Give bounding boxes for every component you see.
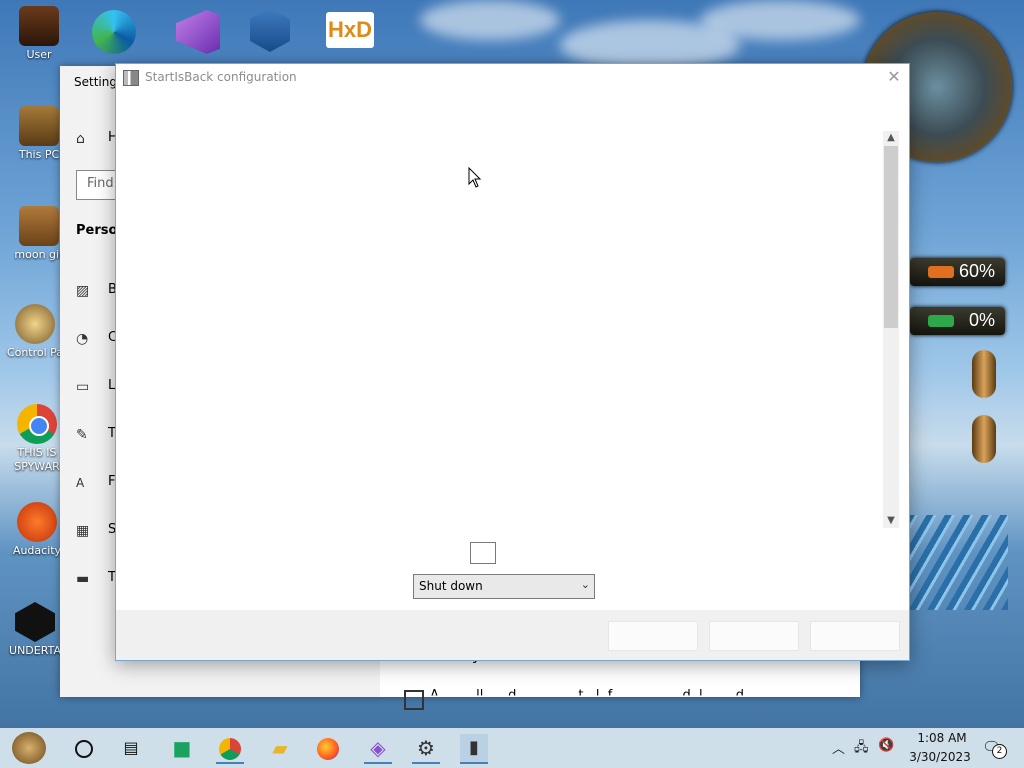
moon-girl-icon [19, 206, 59, 246]
notifications-icon[interactable]: 🗨 2 [982, 738, 1007, 759]
this-pc-icon [19, 106, 59, 146]
dialog-footer [116, 610, 909, 660]
vertical-scrollbar[interactable]: ▲ ▼ [883, 131, 899, 528]
visual-studio-icon[interactable] [176, 10, 220, 54]
chrome-taskbar-icon[interactable] [216, 734, 244, 764]
taskbar-time[interactable]: 1:08 AM [910, 731, 974, 745]
lock-screen-icon: ▭ [76, 379, 90, 395]
desktop-icon-audacity[interactable]: Audacity [6, 502, 68, 558]
power-action-dropdown[interactable]: Shut down ⌄ [413, 574, 595, 599]
chevron-down-icon: ⌄ [580, 578, 590, 591]
start-button-icon[interactable] [12, 732, 46, 764]
ram-gauge: 0% [910, 307, 1005, 335]
desktop-icon-label: Control Pa [6, 346, 64, 359]
settings-gear-icon[interactable]: ⚙ [412, 734, 440, 764]
brass-knob-icon [972, 350, 996, 398]
unity-icon [15, 602, 55, 642]
show-hidden-icons-chevron-icon[interactable]: ︿ [832, 738, 845, 757]
cpu-gauge: 60% [910, 258, 1005, 286]
hxd-icon[interactable]: HxD [326, 12, 374, 48]
cpu-gauge-tube [928, 266, 954, 278]
themes-icon: ✎ [76, 427, 88, 443]
search-placeholder: Find [87, 176, 114, 191]
virtualbox-icon[interactable] [250, 8, 290, 52]
cpu-gauge-value: 60% [958, 261, 995, 281]
desktop-icon-label: Audacity [12, 544, 62, 557]
dropdown-value: Shut down [419, 579, 483, 593]
palette-icon: ◔ [76, 331, 89, 347]
notification-count-badge: 2 [992, 744, 1007, 759]
taskbar-date[interactable]: 3/30/2023 [900, 750, 980, 764]
edge-icon[interactable] [92, 10, 136, 54]
brass-knob-icon [972, 415, 996, 463]
close-icon: ✕ [887, 67, 901, 86]
task-view-icon[interactable]: ▤ [117, 734, 145, 762]
desktop-icon-label: THIS IS SPYWAR [14, 446, 60, 473]
taskbar: ▤ ■ ▰ ◈ ⚙ ▮ ︿ 🖧 🔇 1:08 AM 3/30/2023 🗨 2 [0, 728, 1024, 768]
close-button[interactable]: ✕ [879, 64, 909, 90]
startisback-app-icon [123, 70, 139, 86]
desktop-icon-label: UNDERTA [9, 644, 61, 657]
settings-checkbox-label: A ll d t l f d l d [430, 688, 744, 703]
option-checkbox[interactable] [470, 542, 496, 564]
cancel-button[interactable] [709, 621, 799, 651]
network-icon[interactable]: 🖧 [854, 738, 869, 760]
startisback-taskbar-icon[interactable]: ▮ [460, 734, 488, 764]
start-icon: ▦ [76, 523, 90, 539]
desktop-icon-unity[interactable]: UNDERTA [4, 602, 66, 658]
scroll-up-icon[interactable]: ▲ [883, 131, 899, 145]
search-circle-icon[interactable] [70, 734, 98, 762]
visual-studio-taskbar-icon[interactable]: ◈ [364, 734, 392, 764]
scrollbar-thumb[interactable] [884, 146, 898, 328]
audacity-icon [17, 502, 57, 542]
file-explorer-icon[interactable]: ▰ [266, 734, 294, 762]
ram-gauge-value: 0% [968, 310, 995, 330]
dialog-titlebar[interactable]: StartIsBack configuration ✕ [116, 64, 909, 92]
desktop-icon-control-panel[interactable]: Control Pa [4, 304, 66, 360]
ok-button[interactable] [608, 621, 698, 651]
image-icon: ▨ [76, 283, 90, 299]
sheets-icon[interactable]: ■ [168, 734, 196, 762]
dialog-title: StartIsBack configuration [145, 70, 297, 84]
ram-gauge-tube [928, 315, 954, 327]
user-icon [19, 6, 59, 46]
desktop-icon-label: User [26, 48, 52, 61]
steampunk-pipes-decoration [908, 515, 1008, 610]
control-panel-icon [15, 304, 55, 344]
firefox-icon[interactable] [314, 734, 342, 762]
settings-checkbox[interactable] [404, 690, 424, 710]
taskbar-icon: ▬ [76, 571, 90, 587]
startisback-dialog: StartIsBack configuration ✕ ▲ ▼ Shut dow… [115, 63, 910, 661]
desktop-icon-chrome[interactable]: THIS IS SPYWAR [6, 404, 68, 474]
volume-muted-icon[interactable]: 🔇 [878, 738, 894, 753]
apply-button[interactable] [810, 621, 900, 651]
scroll-down-icon[interactable]: ▼ [883, 514, 899, 528]
mouse-cursor-icon [468, 167, 482, 188]
desktop-icon-user[interactable]: User [8, 6, 70, 62]
chrome-icon [17, 404, 57, 444]
home-icon: ⌂ [76, 131, 85, 147]
fonts-icon: A [76, 476, 85, 490]
